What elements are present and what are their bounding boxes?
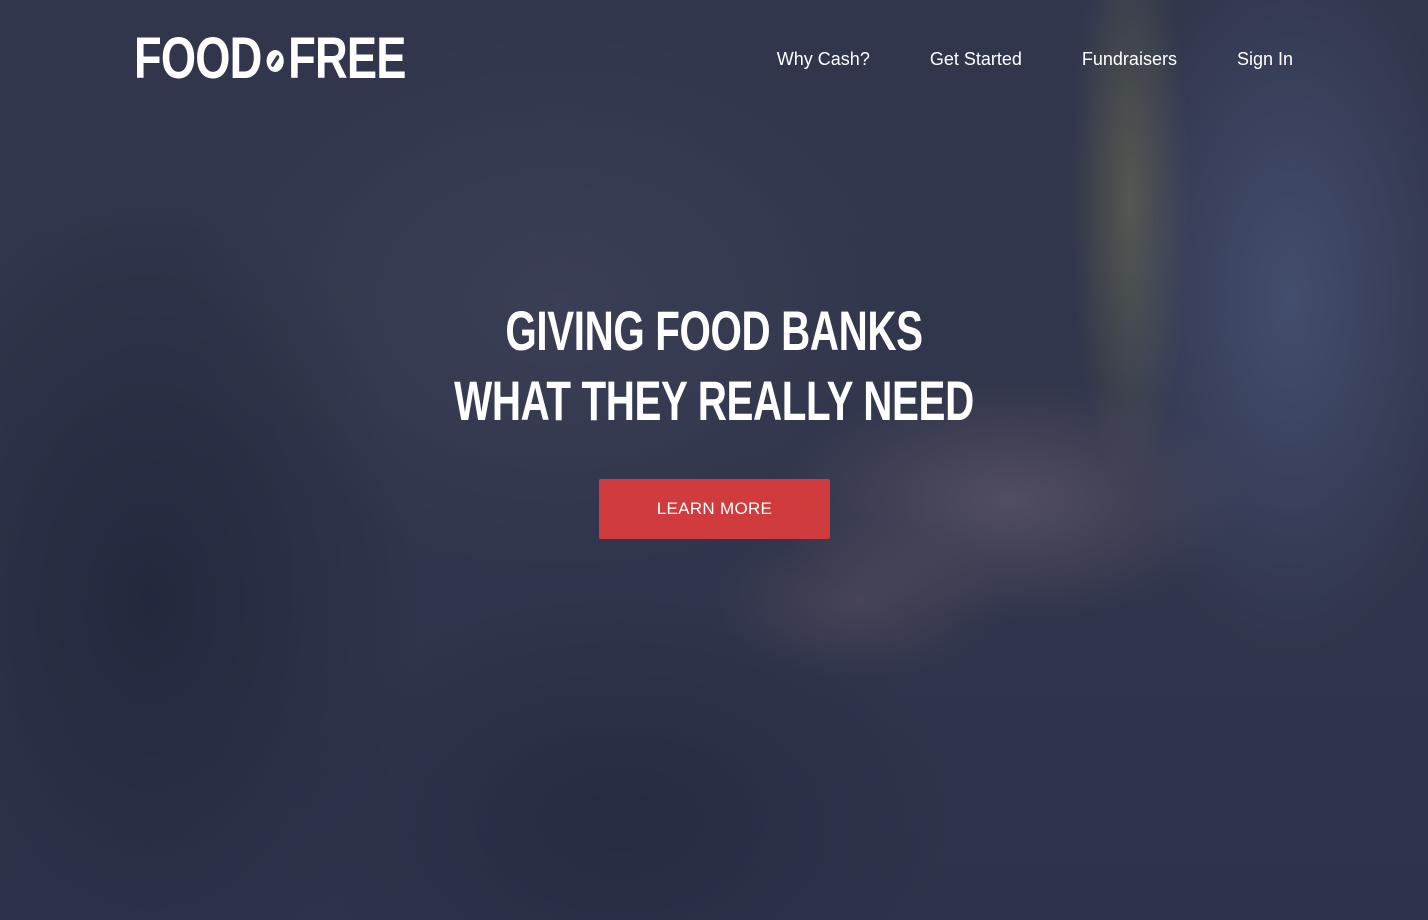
nav-link-get-started[interactable]: Get Started (930, 46, 1022, 72)
nav-links: Why Cash? Get Started Fundraisers Sign I… (777, 46, 1293, 72)
hero-section: FOOD FREE Why Cash? Get Started Fundrais… (0, 0, 1428, 920)
logo-word-free: FREE (288, 26, 406, 91)
hero-headline-line-2: WHAT THEY REALLY NEED (454, 369, 974, 432)
logo-word-food: FOOD (134, 26, 262, 91)
nav-link-why-cash[interactable]: Why Cash? (777, 46, 870, 72)
learn-more-button[interactable]: LEARN MORE (599, 479, 830, 539)
hero-headline: GIVING FOOD BANKS WHAT THEY REALLY NEED (0, 296, 1428, 436)
nav-link-fundraisers[interactable]: Fundraisers (1082, 46, 1177, 72)
nav-link-sign-in[interactable]: Sign In (1237, 46, 1293, 72)
hero-headline-line-1: GIVING FOOD BANKS (505, 299, 923, 362)
hero-dark-overlay (0, 0, 1428, 920)
brand-logo[interactable]: FOOD FREE (134, 26, 406, 92)
top-navigation: FOOD FREE Why Cash? Get Started Fundrais… (0, 0, 1428, 120)
logo-separator-icon (266, 50, 284, 72)
